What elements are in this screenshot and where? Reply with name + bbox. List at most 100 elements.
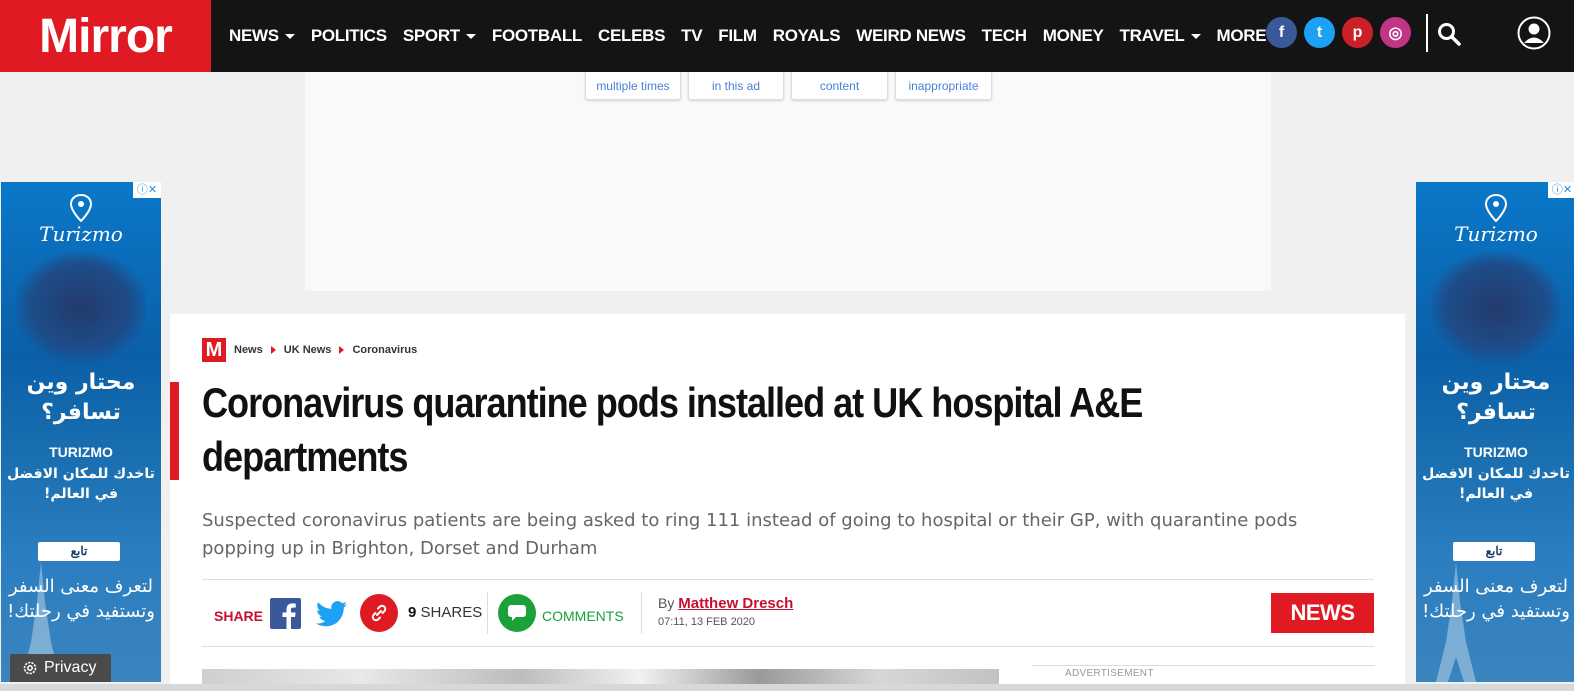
speech-bubble-icon <box>508 605 526 621</box>
nav-item-money[interactable]: MONEY <box>1043 26 1104 46</box>
chevron-down-icon <box>465 33 476 39</box>
divider <box>487 592 488 634</box>
ad-feedback-button[interactable]: content <box>791 72 888 100</box>
advertisement-label: ADVERTISEMENT <box>1065 668 1154 679</box>
privacy-label: Privacy <box>44 659 97 676</box>
divider <box>1032 665 1375 666</box>
diver-image <box>1431 252 1561 362</box>
comments-link[interactable]: COMMENTS <box>542 608 624 624</box>
ad-brand-name: Turizmo <box>1454 222 1538 246</box>
share-count-number: 9 <box>408 604 417 621</box>
nav-item-label: POLITICS <box>310 26 387 45</box>
nav-item-label: SPORT <box>402 26 460 45</box>
ad-follow-button[interactable]: تابع <box>1453 542 1535 561</box>
instagram-icon[interactable]: ◎ <box>1380 17 1411 48</box>
social-links: f t p ◎ <box>1266 17 1411 48</box>
ad-subtext: تاخدك للمكان الافضل في العالم! <box>1422 466 1570 502</box>
breadcrumb-coronavirus[interactable]: Coronavirus <box>352 344 417 356</box>
publish-date: 07:11, 13 FEB 2020 <box>658 616 756 628</box>
nav-item-politics[interactable]: POLITICS <box>311 26 387 46</box>
nav-item-sport[interactable]: SPORT <box>403 26 476 46</box>
left-side-advertisement[interactable]: ⓘ✕ Turizmo محتار وين تسافر؟ TURIZMO تاخد… <box>1 182 161 682</box>
nav-item-tech[interactable]: TECH <box>982 26 1027 46</box>
breadcrumb-arrow-icon <box>270 346 276 354</box>
breadcrumb: M News UK News Coronavirus <box>202 338 417 362</box>
location-pin-icon <box>1484 194 1508 222</box>
breadcrumb-news[interactable]: News <box>234 344 263 356</box>
ad-brand-caps: TURIZMO <box>1464 444 1528 460</box>
divider <box>641 592 642 634</box>
nav-item-royals[interactable]: ROYALS <box>773 26 841 46</box>
diver-image <box>16 252 146 362</box>
chevron-down-icon <box>284 33 295 39</box>
ad-brand-caps: TURIZMO <box>49 444 113 460</box>
top-navigation-bar: Mirror NEWS POLITICS SPORT FOOTBALL CELEBS TV… <box>0 0 1574 72</box>
ad-feedback-button[interactable]: in this ad <box>688 72 784 100</box>
nav-item-label: WEIRD NEWS <box>856 26 966 45</box>
nav-item-football[interactable]: FOOTBALL <box>492 26 582 46</box>
ad-tagline: لتعرف معنى السفر وتستفيد في رحلتك! <box>1422 576 1570 622</box>
ad-feedback-button[interactable]: inappropriate <box>895 72 992 100</box>
nav-item-label: NEWS <box>229 26 279 45</box>
nav-item-news[interactable]: NEWS <box>229 26 295 46</box>
search-icon[interactable] <box>1437 22 1461 46</box>
divider <box>202 579 1374 580</box>
link-icon <box>371 604 387 622</box>
nav-item-film[interactable]: FILM <box>718 26 757 46</box>
ad-brand-name: Turizmo <box>39 222 123 246</box>
share-count: 9 SHARES <box>408 604 482 621</box>
copy-link-button[interactable] <box>360 594 398 632</box>
nav-item-weird-news[interactable]: WEIRD NEWS <box>856 26 966 46</box>
nav-divider <box>1426 14 1428 52</box>
ad-subtext: تاخدك للمكان الافضل في العالم! <box>7 466 155 502</box>
gear-icon <box>23 661 37 675</box>
facebook-share-icon[interactable] <box>270 598 301 629</box>
nav-item-travel[interactable]: TRAVEL <box>1120 26 1201 46</box>
comments-button[interactable] <box>498 594 536 632</box>
mirror-m-logo[interactable]: M <box>202 338 226 362</box>
article-headline: Coronavirus quarantine pods installed at… <box>202 379 1143 480</box>
headline-accent-bar <box>170 382 179 480</box>
privacy-button[interactable]: Privacy <box>10 654 111 682</box>
share-label: SHARE <box>214 608 264 624</box>
ad-follow-button[interactable]: تابع <box>38 542 120 561</box>
breadcrumb-arrow-icon <box>339 346 345 354</box>
ad-feedback-button[interactable]: multiple times <box>585 72 681 100</box>
byline: By Matthew Dresch <box>658 595 793 612</box>
nav-item-label: MORE <box>1216 26 1267 45</box>
section-badge[interactable]: NEWS <box>1271 593 1374 633</box>
top-advertisement: multiple times in this ad content inappr… <box>305 72 1271 291</box>
location-pin-icon <box>69 194 93 222</box>
nav-item-tv[interactable]: TV <box>681 26 702 46</box>
breadcrumb-uk-news[interactable]: UK News <box>284 344 332 356</box>
user-account-icon[interactable] <box>1517 16 1551 50</box>
twitter-icon[interactable]: t <box>1304 17 1335 48</box>
facebook-icon[interactable]: f <box>1266 17 1297 48</box>
divider <box>202 646 1374 647</box>
nav-item-label: FILM <box>718 26 757 45</box>
byline-prefix: By <box>658 595 675 611</box>
ad-tagline: لتعرف معنى السفر وتستفيد في رحلتك! <box>7 576 155 622</box>
mirror-logo[interactable]: Mirror <box>0 0 211 72</box>
nav-item-label: CELEBS <box>598 26 666 45</box>
pinterest-icon[interactable]: p <box>1342 17 1373 48</box>
nav-item-label: TECH <box>981 26 1027 45</box>
article-container: M News UK News Coronavirus Coronavirus q… <box>170 314 1405 691</box>
ad-headline: محتار وين تسافر؟ <box>26 370 136 425</box>
share-count-label: SHARES <box>420 604 483 621</box>
author-link[interactable]: Matthew Dresch <box>678 595 793 612</box>
adchoices-icon[interactable]: ⓘ✕ <box>133 182 161 198</box>
nav-item-label: TV <box>681 26 703 45</box>
ad-headline: محتار وين تسافر؟ <box>1441 370 1551 425</box>
nav-item-label: FOOTBALL <box>491 26 583 45</box>
right-side-advertisement[interactable]: ⓘ✕ Turizmo محتار وين تسافر؟ TURIZMO تاخد… <box>1416 182 1574 682</box>
main-nav: NEWS POLITICS SPORT FOOTBALL CELEBS TV FILM ROY… <box>229 0 1283 72</box>
nav-item-label: MONEY <box>1042 26 1104 45</box>
nav-item-celebs[interactable]: CELEBS <box>598 26 665 46</box>
horizontal-scrollbar[interactable] <box>0 684 1574 691</box>
chevron-down-icon <box>1190 33 1201 39</box>
nav-item-label: TRAVEL <box>1119 26 1185 45</box>
twitter-share-icon[interactable] <box>316 600 347 628</box>
article-standfirst: Suspected coronavirus patients are being… <box>202 510 1298 559</box>
adchoices-icon[interactable]: ⓘ✕ <box>1548 182 1574 198</box>
